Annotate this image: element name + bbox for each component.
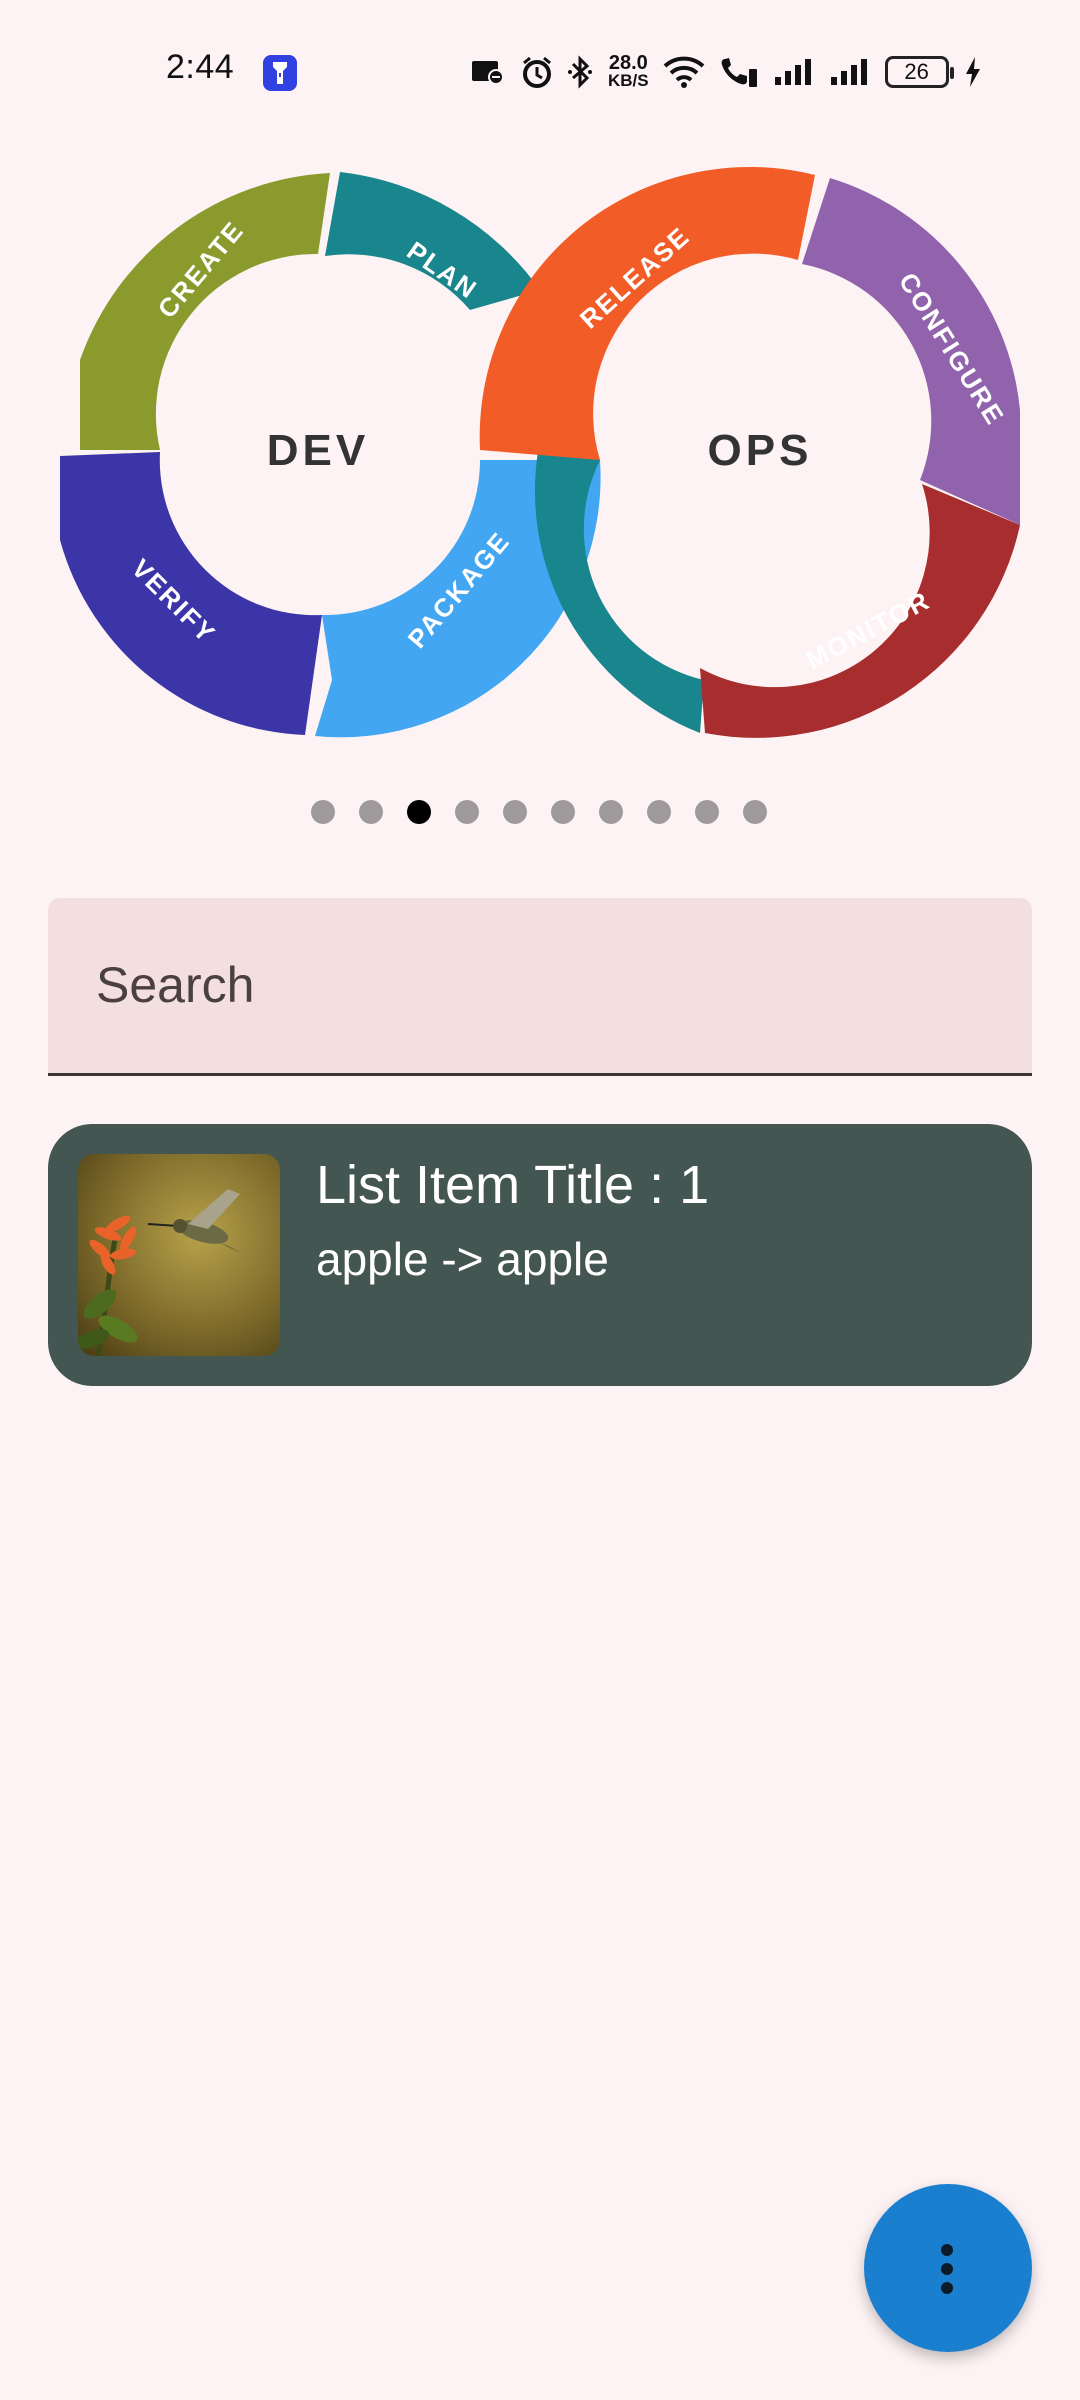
ops-label: OPS bbox=[708, 426, 813, 475]
screen-record-icon bbox=[472, 61, 504, 85]
search-input[interactable] bbox=[96, 950, 976, 1020]
list-item[interactable]: List Item Title : 1 apple -> apple bbox=[48, 1124, 1032, 1386]
dev-label: DEV bbox=[267, 426, 369, 475]
search-field[interactable] bbox=[48, 898, 1032, 1076]
wifi-icon bbox=[663, 56, 704, 88]
network-speed-value: 28.0 bbox=[608, 52, 648, 74]
bluetooth-icon bbox=[568, 55, 592, 89]
battery-icon: 26 bbox=[884, 56, 954, 88]
plan-segment bbox=[325, 172, 540, 310]
page-indicator-dot[interactable] bbox=[599, 800, 623, 824]
page-indicator-dot[interactable] bbox=[311, 800, 335, 824]
page-indicator-dot[interactable] bbox=[551, 800, 575, 824]
alarm-icon bbox=[523, 56, 551, 88]
charging-icon bbox=[965, 57, 980, 87]
signal-icon bbox=[830, 59, 867, 85]
hummingbird-thumbnail bbox=[78, 1154, 280, 1356]
page-indicator-dot[interactable] bbox=[743, 800, 767, 824]
page-indicator-dot[interactable] bbox=[503, 800, 527, 824]
page-indicator-dot[interactable] bbox=[695, 800, 719, 824]
list-item-title: List Item Title : 1 bbox=[316, 1155, 710, 1215]
flashlight-icon bbox=[263, 55, 297, 91]
page-indicator-dot[interactable] bbox=[647, 800, 671, 824]
carousel-indicator bbox=[0, 800, 1080, 830]
more-options-button[interactable] bbox=[864, 2184, 1032, 2352]
status-icons: 28.0 KB/S 26 bbox=[470, 50, 983, 94]
battery-level: 26 bbox=[904, 59, 929, 84]
more-vert-icon bbox=[940, 2244, 954, 2294]
signal-icon bbox=[774, 59, 811, 85]
network-speed-unit: KB/S bbox=[608, 71, 649, 90]
page-indicator-dot[interactable] bbox=[455, 800, 479, 824]
network-speed: 28.0 KB/S bbox=[608, 52, 649, 90]
list-item-subtitle: apple -> apple bbox=[316, 1233, 609, 1285]
page-indicator-dot[interactable] bbox=[407, 800, 431, 824]
page-indicator-dot[interactable] bbox=[359, 800, 383, 824]
devops-banner-image[interactable]: CREATE PLAN VERIFY PACKAGE RELEASE CONFI… bbox=[60, 160, 1020, 750]
status-bar: 2:44 28.0 KB/S 26 bbox=[0, 0, 1080, 140]
status-time: 2:44 bbox=[166, 48, 235, 86]
wifi-calling-icon bbox=[721, 58, 757, 87]
